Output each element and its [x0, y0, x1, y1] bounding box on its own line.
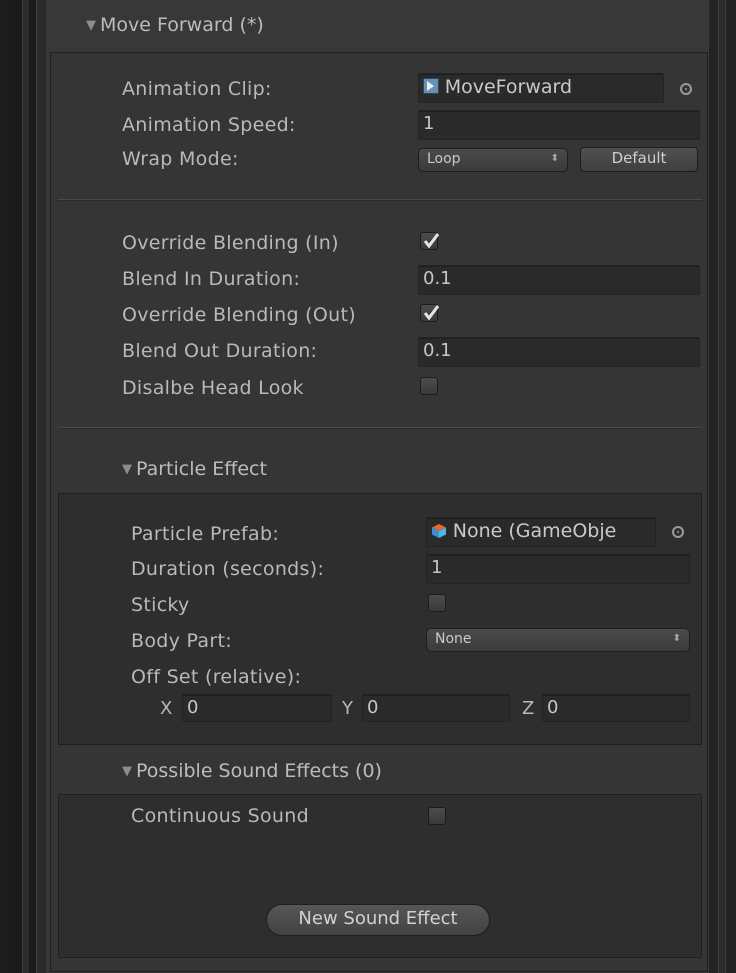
- section-divider: [58, 199, 702, 201]
- scrollbar-track[interactable]: [718, 0, 726, 973]
- section-divider: [58, 427, 702, 429]
- blend-in-duration-label: Blend In Duration:: [122, 268, 301, 290]
- sound-effects-foldout[interactable]: ▼ Possible Sound Effects (0): [122, 760, 382, 782]
- foldout-triangle-icon: ▼: [122, 764, 132, 779]
- particle-prefab-label: Particle Prefab:: [131, 523, 280, 545]
- blend-in-duration-input[interactable]: 0.1: [418, 265, 700, 295]
- offset-y-label: Y: [342, 698, 353, 719]
- offset-y-input[interactable]: 0: [362, 694, 510, 722]
- wrap-mode-label: Wrap Mode:: [122, 148, 239, 170]
- offset-x-input[interactable]: 0: [182, 694, 332, 722]
- move-forward-foldout[interactable]: ▼ Move Forward (*): [86, 14, 264, 36]
- dropdown-arrows-icon: ⬍: [672, 633, 681, 644]
- checkmark-icon: [423, 305, 440, 321]
- disable-head-look-label: Disalbe Head Look: [122, 377, 304, 399]
- window-edge-left: [0, 0, 8, 973]
- particle-effect-title: Particle Effect: [136, 458, 267, 480]
- body-part-value: None: [435, 631, 472, 647]
- animation-clip-icon: [423, 78, 439, 94]
- animation-clip-value: MoveForward: [444, 76, 573, 98]
- duration-seconds-label: Duration (seconds):: [131, 558, 325, 580]
- wrap-mode-value: Loop: [427, 151, 461, 167]
- default-button[interactable]: Default: [580, 147, 698, 172]
- object-picker-icon[interactable]: [672, 526, 684, 538]
- foldout-title: Move Forward (*): [100, 14, 264, 36]
- offset-z-label: Z: [522, 698, 535, 719]
- animation-clip-field[interactable]: MoveForward: [418, 73, 664, 103]
- prefab-cube-icon: [432, 524, 446, 538]
- animation-speed-label: Animation Speed:: [122, 114, 296, 136]
- inspector-border-left: [22, 0, 29, 973]
- particle-prefab-field[interactable]: None (GameObje: [426, 517, 656, 547]
- foldout-triangle-icon: ▼: [86, 18, 96, 33]
- particle-prefab-value: None (GameObje: [452, 520, 617, 542]
- object-picker-icon[interactable]: [680, 83, 692, 95]
- animation-speed-input[interactable]: 1: [418, 110, 700, 140]
- sticky-checkbox[interactable]: [428, 594, 446, 612]
- sound-effects-title: Possible Sound Effects (0): [136, 760, 382, 782]
- body-part-dropdown[interactable]: None ⬍: [426, 628, 690, 652]
- override-blending-in-label: Override Blending (In): [122, 232, 339, 254]
- new-sound-effect-button[interactable]: New Sound Effect: [266, 904, 490, 936]
- override-blending-out-label: Override Blending (Out): [122, 304, 356, 326]
- override-blending-in-checkbox[interactable]: [420, 232, 440, 250]
- checkmark-icon: [423, 233, 440, 249]
- offset-x-label: X: [160, 698, 173, 719]
- blend-out-duration-input[interactable]: 0.1: [418, 337, 700, 367]
- foldout-triangle-icon: ▼: [122, 462, 132, 477]
- offset-relative-label: Off Set (relative):: [131, 666, 302, 688]
- disable-head-look-checkbox[interactable]: [420, 377, 438, 395]
- continuous-sound-label: Continuous Sound: [131, 805, 309, 827]
- override-blending-out-checkbox[interactable]: [420, 304, 440, 322]
- particle-effect-foldout[interactable]: ▼ Particle Effect: [122, 458, 267, 480]
- blend-out-duration-label: Blend Out Duration:: [122, 340, 318, 362]
- offset-z-input[interactable]: 0: [542, 694, 690, 722]
- wrap-mode-dropdown[interactable]: Loop ⬍: [418, 148, 568, 172]
- animation-clip-label: Animation Clip:: [122, 78, 272, 100]
- body-part-label: Body Part:: [131, 630, 232, 652]
- continuous-sound-checkbox[interactable]: [428, 807, 446, 825]
- sticky-label: Sticky: [131, 594, 190, 616]
- dropdown-arrows-icon: ⬍: [550, 153, 559, 164]
- duration-seconds-input[interactable]: 1: [426, 554, 690, 584]
